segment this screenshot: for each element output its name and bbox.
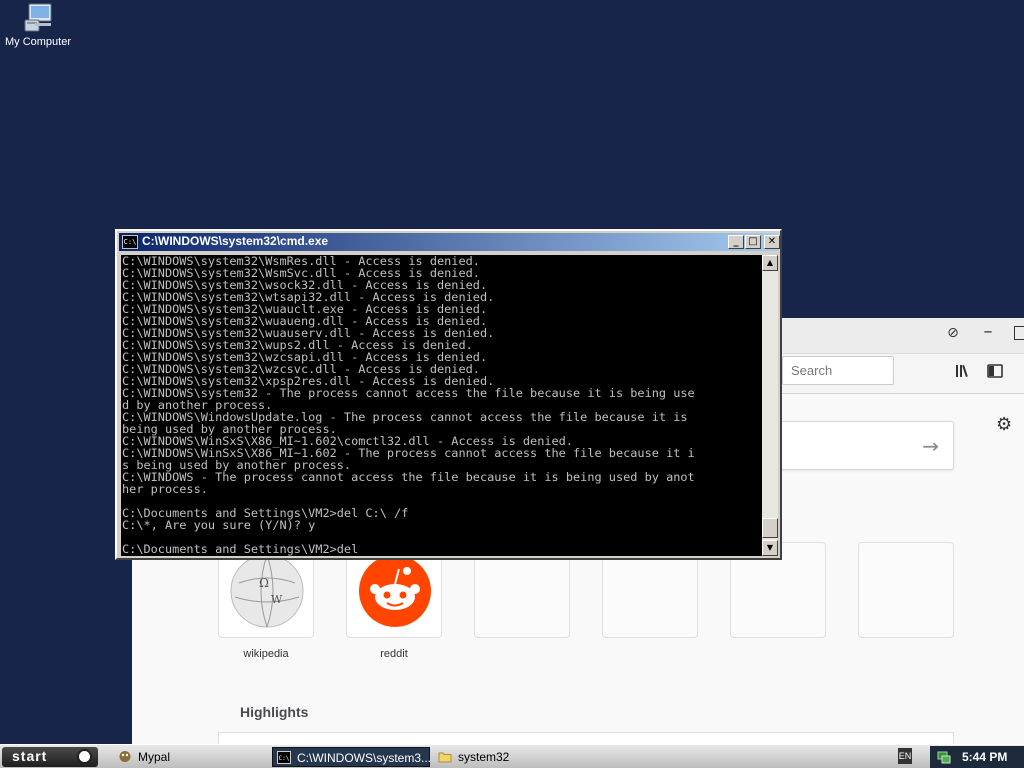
arrow-right-icon[interactable]: → [922,434,939,458]
taskbar-item-cmd[interactable]: C:\ C:\WINDOWS\system3... [272,747,432,767]
top-site-tile-empty[interactable] [858,542,954,638]
sidebar-icon[interactable] [986,362,1004,380]
vertical-scrollbar[interactable]: ▲ ▼ [762,255,778,556]
taskbar: start Mypal C:\ C:\WINDOWS\system3... sy… [0,744,1024,768]
cmd-titlebar[interactable]: C:\ C:\WINDOWS\system32\cmd.exe _ □ ✕ [119,233,780,251]
cmd-icon: C:\ [277,751,291,764]
desktop-icon-label: My Computer [4,36,72,48]
taskbar-item-label: system32 [458,750,510,764]
maximize-button[interactable] [1014,326,1024,340]
scroll-thumb[interactable] [762,518,778,538]
highlights-heading: Highlights [240,704,309,720]
taskbar-item-label: C:\WINDOWS\system3... [297,751,432,765]
svg-text:W: W [271,593,283,606]
taskbar-item-system32[interactable]: system32 [434,747,584,767]
close-button[interactable]: ✕ [764,235,780,249]
my-computer-icon [24,3,52,32]
library-icon[interactable] [954,362,972,380]
cmd-window[interactable]: C:\ C:\WINDOWS\system32\cmd.exe _ □ ✕ C:… [115,229,782,560]
desktop-icon-my-computer[interactable]: My Computer [4,2,72,48]
start-orb-icon [77,749,92,764]
svg-text:C:\: C:\ [279,755,290,762]
start-label: start [12,748,48,764]
minimize-button[interactable]: – [978,322,998,342]
taskbar-item-label: Mypal [138,750,171,764]
maximize-button[interactable]: □ [745,235,761,249]
system-tray: 5:44 PM [930,746,1024,768]
gear-icon[interactable]: ⚙ [996,414,1012,435]
folder-icon [438,752,452,763]
taskbar-item-mypal[interactable]: Mypal [114,747,264,767]
search-input[interactable]: Search [782,356,894,385]
console-text: C:\WINDOWS\system32\WsmRes.dll - Access … [122,255,695,556]
console-output-area[interactable]: C:\WINDOWS\system32\WsmRes.dll - Access … [121,255,762,556]
clock[interactable]: 5:44 PM [962,750,1007,764]
scroll-up-button[interactable]: ▲ [762,255,778,271]
mypal-icon [119,751,131,762]
cmd-title: C:\WINDOWS\system32\cmd.exe [142,234,329,248]
language-indicator[interactable]: EN [898,748,912,764]
cmd-app-icon[interactable]: C:\ [122,235,138,249]
top-site-label: reddit [380,648,408,660]
top-site-label: wikipedia [243,648,289,660]
svg-text:Ω: Ω [259,576,269,590]
search-placeholder: Search [791,363,833,378]
minimize-button[interactable]: _ [728,235,744,249]
start-button[interactable]: start [2,747,98,767]
scroll-down-button[interactable]: ▼ [762,540,778,556]
network-icon[interactable] [936,749,952,765]
browser-status-icon: ⊘ [947,325,959,341]
